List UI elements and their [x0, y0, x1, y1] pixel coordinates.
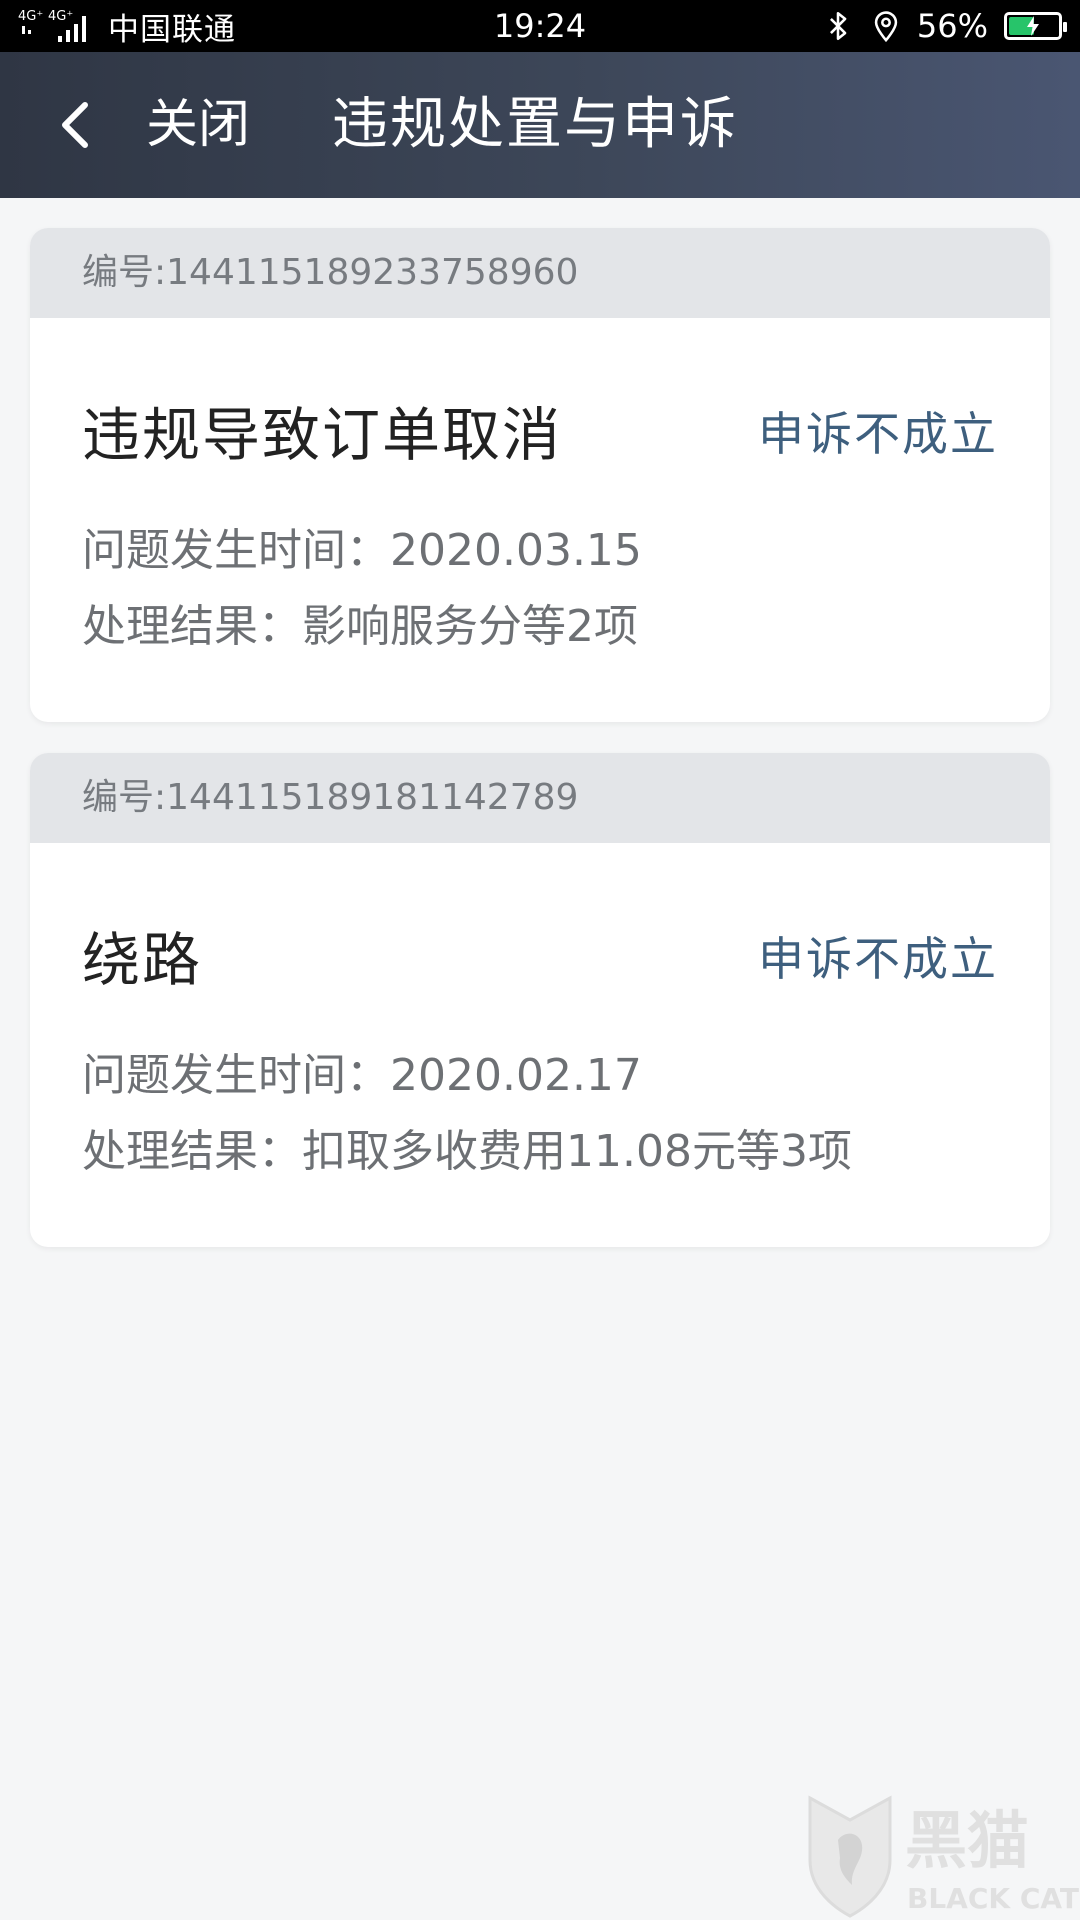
handling-result: 处理结果：扣取多收费用11.08元等3项 — [82, 1126, 852, 1177]
back-button[interactable] — [40, 90, 110, 160]
occurrence-time: 问题发生时间：2020.02.17 — [82, 1050, 642, 1101]
status-bar-right: 56% — [821, 0, 1067, 52]
watermark-en-text: BLACK CAT — [907, 1882, 1079, 1915]
card-id: 编号:144115189181142789 — [30, 753, 1050, 843]
close-button[interactable]: 关闭 — [146, 52, 250, 198]
violation-card[interactable]: 编号:1441151892337589​60 违规导致订单取消 申诉不成立 问题… — [30, 228, 1050, 722]
violation-title: 违规导致订单取消 — [82, 401, 563, 469]
status-bar: 4G⁺ 4G⁺ 中国联通 19:24 56% — [0, 0, 1080, 52]
card-body: 违规导致订单取消 申诉不成立 问题发生时间：2020.03.15 处理结果：影响… — [30, 318, 1050, 722]
black-cat-watermark-logo: 黑猫 BLACK CAT — [808, 1795, 1079, 1918]
location-icon — [874, 11, 898, 43]
appeal-status: 申诉不成立 — [758, 407, 998, 461]
handling-result: 处理结果：影响服务分等2项 — [82, 601, 638, 652]
occurrence-time: 问题发生时间：2020.03.15 — [82, 525, 642, 576]
charging-bolt-icon — [1027, 16, 1039, 36]
violation-title: 绕路 — [82, 926, 203, 994]
chevron-left-icon — [62, 102, 88, 148]
card-body: 绕路 申诉不成立 问题发生时间：2020.02.17 处理结果：扣取多收费用11… — [30, 843, 1050, 1247]
battery-percent: 56% — [916, 7, 988, 45]
battery-icon — [1004, 12, 1067, 40]
nav-bar: 关闭 违规处置与申诉 — [0, 52, 1080, 198]
appeal-status: 申诉不成立 — [758, 932, 998, 986]
bluetooth-icon — [829, 11, 847, 41]
page-title: 违规处置与申诉 — [332, 92, 738, 157]
watermark-cn-text: 黑猫 — [905, 1804, 1029, 1877]
card-id: 编号:1441151892337589​60 — [30, 228, 1050, 318]
violation-card[interactable]: 编号:144115189181142789 绕路 申诉不成立 问题发生时间：20… — [30, 753, 1050, 1247]
